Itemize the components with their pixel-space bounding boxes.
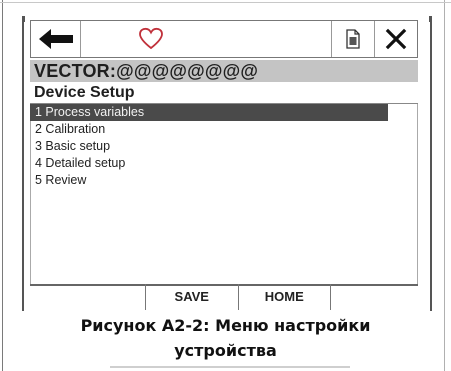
document-icon: [346, 29, 360, 49]
home-button[interactable]: HOME: [237, 284, 331, 310]
menu-item-calibration[interactable]: 2 Calibration: [30, 121, 388, 138]
close-icon: [385, 28, 407, 50]
menu-item-process-variables[interactable]: 1 Process variables: [30, 104, 388, 121]
menu-item-review[interactable]: 5 Review: [30, 172, 388, 189]
arrow-left-icon: [38, 29, 73, 49]
favorite-button[interactable]: [81, 21, 221, 57]
menu-item-basic-setup[interactable]: 3 Basic setup: [30, 138, 388, 155]
softkey-bar: SAVE HOME: [145, 284, 331, 310]
menu-item-detailed-setup[interactable]: 4 Detailed setup: [30, 155, 388, 172]
heart-icon: [139, 27, 163, 50]
toolbar: [30, 20, 418, 58]
device-title: VECTOR:@@@@@@@@: [30, 60, 418, 82]
document-button[interactable]: [331, 21, 375, 57]
page-edge-top: [0, 2, 451, 3]
save-button[interactable]: SAVE: [146, 284, 238, 310]
figure-caption-line-1: Рисунок А2-2: Меню настройки: [80, 316, 371, 335]
figure-caption-line-2: устройства: [174, 341, 277, 360]
back-button[interactable]: [31, 21, 81, 57]
close-button[interactable]: [375, 21, 417, 57]
cut-off-text-line: [110, 366, 350, 368]
section-header: Device Setup: [30, 82, 418, 104]
menu-list: 1 Process variables 2 Calibration 3 Basi…: [30, 104, 418, 189]
